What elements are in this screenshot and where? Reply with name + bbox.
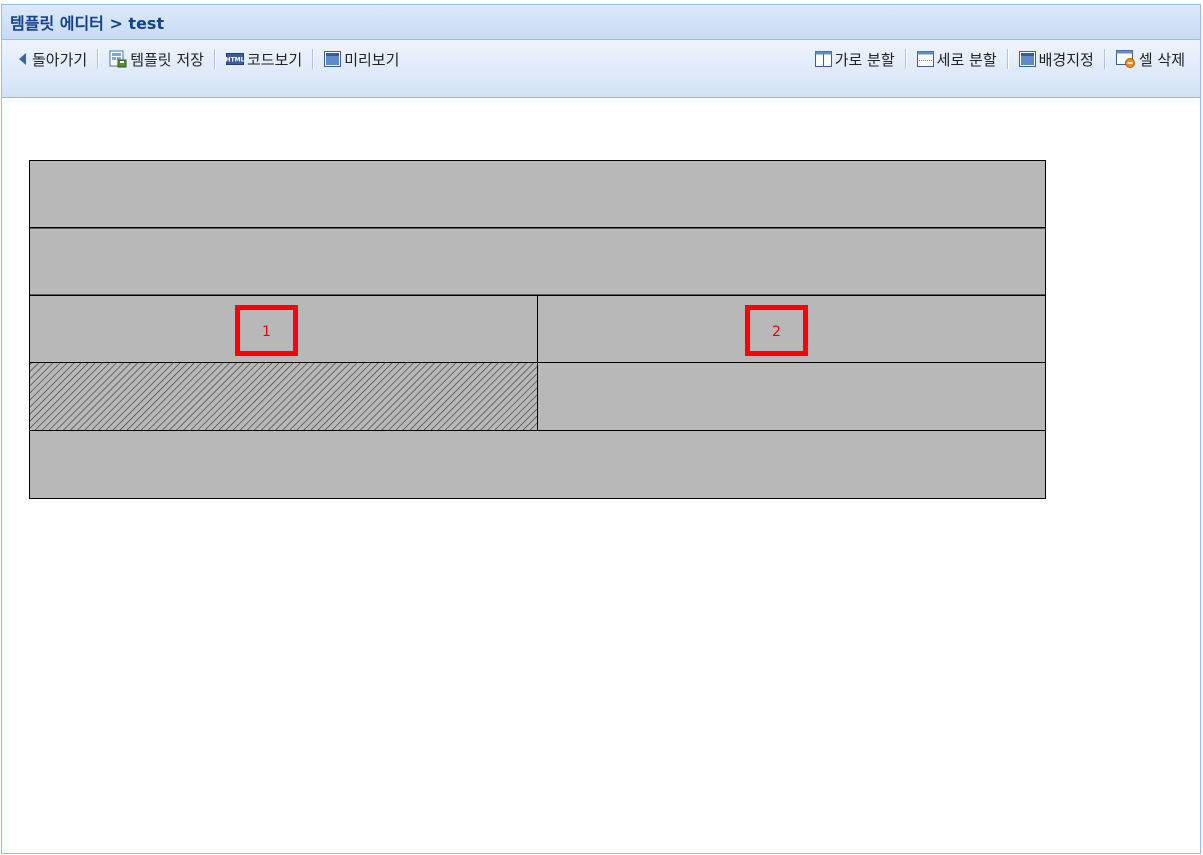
save-template-button[interactable]: 템플릿 저장 xyxy=(106,47,207,71)
cell-marker-1-label: 1 xyxy=(262,324,271,340)
title-bar: 템플릿 에디터 > test xyxy=(2,5,1200,40)
preview-button[interactable]: 미리보기 xyxy=(321,47,402,71)
preview-label: 미리보기 xyxy=(344,50,400,69)
template-editor-panel: 템플릿 에디터 > test 돌아가기 템플릿 저장 HTML 코드보기 미리보… xyxy=(1,4,1201,854)
view-code-button[interactable]: HTML 코드보기 xyxy=(223,47,305,71)
back-button[interactable]: 돌아가기 xyxy=(14,47,90,71)
layout-cell-second[interactable] xyxy=(29,227,1046,296)
layout-cell-top[interactable] xyxy=(29,160,1046,228)
split-horizontal-icon xyxy=(814,51,832,67)
split-vertical-label: 세로 분할 xyxy=(936,50,997,69)
toolbar-right-group: 가로 분할 세로 분할 배경지정 셀 삭제 xyxy=(812,46,1188,72)
toolbar-separator xyxy=(904,49,907,69)
toolbar: 돌아가기 템플릿 저장 HTML 코드보기 미리보기 가로 분할 세로 분할 배… xyxy=(2,40,1200,98)
editor-canvas-area: 1 2 xyxy=(2,98,1200,853)
preview-window-icon xyxy=(324,51,342,67)
save-template-label: 템플릿 저장 xyxy=(130,50,204,69)
split-vertical-icon xyxy=(916,51,934,67)
toolbar-left-group: 돌아가기 템플릿 저장 HTML 코드보기 미리보기 xyxy=(2,46,402,72)
template-layout-grid: 1 2 xyxy=(29,160,1046,499)
split-horizontal-label: 가로 분할 xyxy=(834,50,895,69)
toolbar-separator xyxy=(312,49,315,69)
svg-text:HTML: HTML xyxy=(226,57,244,64)
delete-cell-label: 셀 삭제 xyxy=(1138,50,1185,69)
layout-cell-bottom[interactable] xyxy=(29,430,1046,499)
toolbar-separator xyxy=(213,49,216,69)
split-vertical-button[interactable]: 세로 분할 xyxy=(914,47,1000,71)
layout-cell-selected[interactable] xyxy=(29,362,538,431)
back-arrow-icon xyxy=(17,52,29,66)
set-background-button[interactable]: 배경지정 xyxy=(1016,47,1097,71)
save-template-icon xyxy=(109,50,127,68)
cell-marker-2-label: 2 xyxy=(772,324,781,340)
delete-cell-icon xyxy=(1115,50,1136,68)
delete-cell-button[interactable]: 셀 삭제 xyxy=(1113,47,1188,71)
toolbar-separator xyxy=(1006,49,1009,69)
html-code-icon: HTML xyxy=(225,53,244,65)
set-background-label: 배경지정 xyxy=(1038,50,1094,69)
split-horizontal-button[interactable]: 가로 분할 xyxy=(812,47,898,71)
background-icon xyxy=(1018,51,1036,67)
toolbar-separator xyxy=(1103,49,1106,69)
view-code-label: 코드보기 xyxy=(246,50,303,69)
window-title: 템플릿 에디터 > test xyxy=(10,14,165,33)
back-button-label: 돌아가기 xyxy=(32,50,88,69)
toolbar-separator xyxy=(97,49,100,69)
layout-cell-right-lower[interactable] xyxy=(537,362,1046,431)
